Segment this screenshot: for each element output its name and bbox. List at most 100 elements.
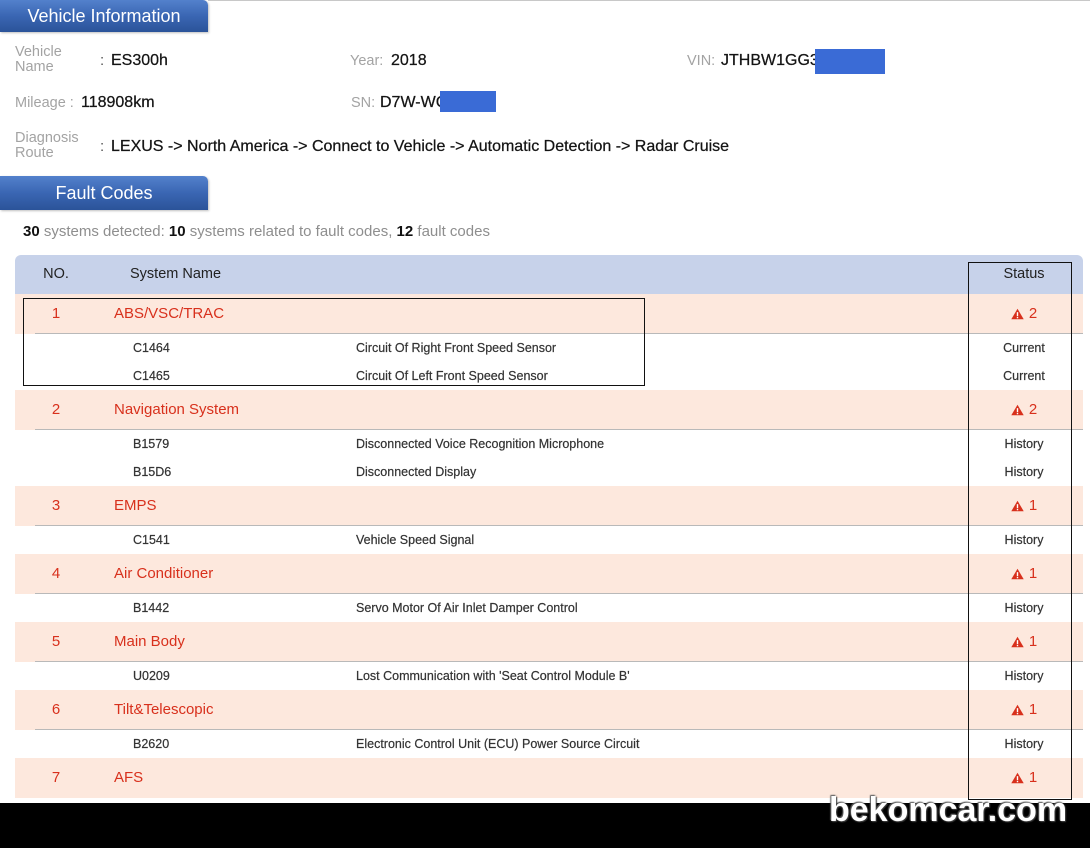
fault-code: U0209 [133,669,170,683]
systems-with-faults-count: 10 [168,223,186,240]
year-value: 2018 [391,52,427,69]
fault-status: History [1004,601,1044,615]
warning-icon [1011,308,1024,320]
fault-count: 1 [1028,633,1038,650]
fault-description: Servo Motor Of Air Inlet Damper Control [356,601,578,615]
vehicle-information-header: Vehicle Information [0,0,208,32]
column-header-system-name: System Name [130,266,222,282]
vin-redaction [815,49,885,74]
fault-status: History [1004,465,1044,479]
fault-code: B1442 [133,601,170,615]
system-number: 7 [51,769,61,786]
system-status: 1 [976,554,1072,593]
fault-status: History [1004,437,1044,451]
system-status: 2 [976,390,1072,429]
system-status: 1 [976,690,1072,729]
fault-code: B2620 [133,737,170,751]
systems-detected-text: systems detected: [39,223,169,240]
fault-description: Lost Communication with 'Seat Control Mo… [356,669,630,683]
diagnosis-route-separator: : [100,138,105,155]
fault-count: 1 [1028,769,1038,786]
system-number: 6 [51,701,61,718]
system-row: 5 Main Body 1 [15,622,1083,662]
diagnosis-route-value: LEXUS -> North America -> Connect to Veh… [111,138,730,155]
fault-code-row: B1579 Disconnected Voice Recognition Mic… [15,430,1083,458]
fault-code: C1541 [133,533,170,547]
system-name: EMPS [114,497,157,514]
warning-icon [1011,404,1024,416]
warning-icon [1011,704,1024,716]
sn-value: D7W-WC [380,94,448,111]
fault-summary: 30 systems detected: 10 systems related … [23,223,490,241]
system-number: 5 [51,633,61,650]
system-row: 4 Air Conditioner 1 [15,554,1083,594]
warning-icon [1011,636,1024,648]
fault-code-row: C1465 Circuit Of Left Front Speed Sensor… [15,362,1083,390]
fault-description: Vehicle Speed Signal [356,533,475,547]
system-status: 1 [976,622,1072,661]
vin-label: VIN: [687,53,716,69]
vehicle-name-label: Vehicle Name [15,44,62,75]
warning-icon [1011,772,1024,784]
fault-status: History [1004,737,1044,751]
fault-status: History [1004,669,1044,683]
fault-description: Disconnected Display [356,465,477,479]
system-number: 3 [51,497,61,514]
column-header-status: Status [1003,266,1045,282]
systems-detected-count: 30 [23,223,40,240]
fault-description: Electronic Control Unit (ECU) Power Sour… [356,737,640,751]
fault-code-row: C1541 Vehicle Speed Signal History [15,526,1083,554]
warning-icon [1011,500,1024,512]
fault-table-body: 1 ABS/VSC/TRAC 2 C1464 Circuit Of Right … [15,294,1083,798]
fault-code-count-text: fault codes [413,223,490,240]
fault-code-row: B1442 Servo Motor Of Air Inlet Damper Co… [15,594,1083,622]
systems-with-faults-text: systems related to fault codes, [185,223,397,240]
watermark: bekomcar.com [829,791,1068,829]
fault-count: 2 [1028,305,1038,322]
system-number: 4 [51,565,61,582]
sn-label: SN: [351,95,376,111]
fault-code-row: U0209 Lost Communication with 'Seat Cont… [15,662,1083,690]
vin-value: JTHBW1GG3J [721,52,827,69]
fault-count: 2 [1028,401,1038,418]
system-name: ABS/VSC/TRAC [114,305,225,322]
fault-codes-header: Fault Codes [0,176,208,210]
diagnosis-route-label: Diagnosis Route [15,130,79,161]
fault-code: C1464 [133,341,170,355]
system-row: 2 Navigation System 2 [15,390,1083,430]
warning-icon [1011,568,1024,580]
fault-description: Circuit Of Left Front Speed Sensor [356,369,548,383]
system-row: 1 ABS/VSC/TRAC 2 [15,294,1083,334]
system-name: Air Conditioner [114,565,214,582]
fault-code-row: B2620 Electronic Control Unit (ECU) Powe… [15,730,1083,758]
system-number: 2 [51,401,61,418]
system-row: 6 Tilt&Telescopic 1 [15,690,1083,730]
fault-code-row: B15D6 Disconnected Display History [15,458,1083,486]
fault-status: History [1004,533,1044,547]
system-name: Tilt&Telescopic [114,701,214,718]
fault-table-header: NO. System Name Status [15,255,1083,294]
fault-count: 1 [1028,565,1038,582]
system-number: 1 [51,305,61,322]
vehicle-name-separator: : [100,52,105,69]
top-divider [208,0,1090,1]
fault-code: B1579 [133,437,170,451]
system-name: Main Body [114,633,185,650]
section-title: Fault Codes [55,182,153,203]
fault-description: Disconnected Voice Recognition Microphon… [356,437,605,451]
mileage-value: 118908km [81,94,155,111]
system-status: 1 [976,486,1072,525]
fault-description: Circuit Of Right Front Speed Sensor [356,341,557,355]
fault-count: 1 [1028,701,1038,718]
fault-status: Current [1003,341,1045,355]
vehicle-name-value: ES300h [111,52,168,69]
mileage-label: Mileage : [15,95,74,111]
system-name: AFS [114,769,144,786]
system-name: Navigation System [114,401,240,418]
fault-code-row: C1464 Circuit Of Right Front Speed Senso… [15,334,1083,362]
section-title: Vehicle Information [27,5,181,26]
fault-status: Current [1003,369,1045,383]
sn-redaction [440,91,496,112]
fault-code-count: 12 [396,223,414,240]
column-header-no: NO. [43,266,69,282]
